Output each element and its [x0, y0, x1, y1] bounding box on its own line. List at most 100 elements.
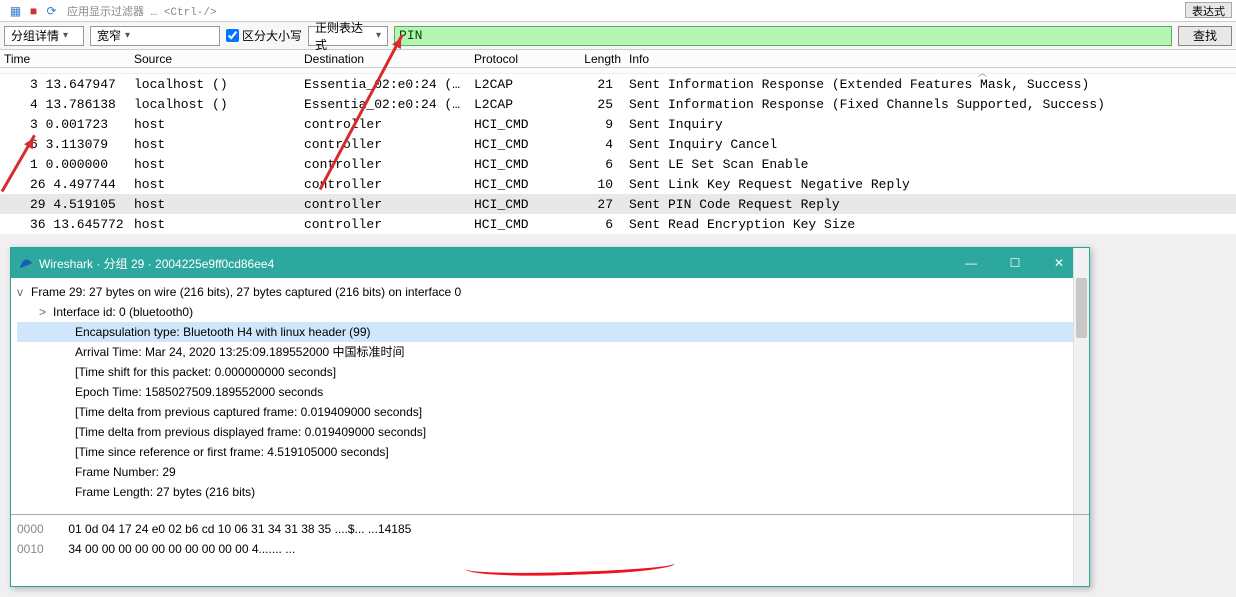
window-title: Wireshark · 分组 29 · 2004225e9ff0cd86ee4: [39, 255, 949, 272]
table-row[interactable]: 3 13.647947localhost ()Essentia_02:e0:24…: [0, 74, 1236, 94]
cell: controller: [300, 117, 470, 132]
table-row[interactable]: 6 3.113079hostcontrollerHCI_CMD4Sent Inq…: [0, 134, 1236, 154]
stop-icon: ■: [26, 3, 41, 18]
tree-text: [Time delta from previous displayed fram…: [75, 425, 426, 439]
tree-line[interactable]: [Time shift for this packet: 0.000000000…: [17, 362, 1083, 382]
vertical-scrollbar[interactable]: [1073, 278, 1089, 514]
cell: 6 3.113079: [0, 137, 130, 152]
tree-line[interactable]: Frame Length: 27 bytes (216 bits): [17, 482, 1083, 502]
col-source[interactable]: Source: [130, 50, 300, 67]
cell: 21: [535, 77, 625, 92]
cell: 9: [535, 117, 625, 132]
cell: 26 4.497744: [0, 177, 130, 192]
tree-line[interactable]: [Time since reference or first frame: 4.…: [17, 442, 1083, 462]
display-filter-bar: ▦ ■ ⟳ 应用显示过滤器 … <Ctrl-/> 表达式: [0, 0, 1236, 22]
hex-line[interactable]: 0000 01 0d 04 17 24 e0 02 b6 cd 10 06 31…: [17, 519, 1083, 539]
tree-line[interactable]: [Time delta from previous displayed fram…: [17, 422, 1083, 442]
cell: Sent Read Encryption Key Size: [625, 217, 1236, 232]
col-proto[interactable]: Protocol: [470, 50, 535, 67]
search-input[interactable]: [394, 26, 1172, 46]
cell: 3 0.001723: [0, 117, 130, 132]
window-body: vFrame 29: 27 bytes on wire (216 bits), …: [11, 278, 1089, 586]
cell: HCI_CMD: [470, 157, 535, 172]
regex-dropdown[interactable]: 正则表达式: [308, 26, 388, 46]
cell: 6: [535, 157, 625, 172]
tree-line[interactable]: Encapsulation type: Bluetooth H4 with li…: [17, 322, 1083, 342]
tree-line[interactable]: Frame Number: 29: [17, 462, 1083, 482]
tree-text: Epoch Time: 1585027509.189552000 seconds: [75, 385, 323, 399]
tree-text: Frame Number: 29: [75, 465, 176, 479]
cell: host: [130, 157, 300, 172]
sort-caret-icon: ︿: [978, 66, 987, 79]
cell: host: [130, 197, 300, 212]
filter-hint: 应用显示过滤器 … <Ctrl-/>: [67, 3, 1228, 19]
table-row[interactable]: 1 0.000000hostcontrollerHCI_CMD6Sent LE …: [0, 154, 1236, 174]
window-titlebar[interactable]: Wireshark · 分组 29 · 2004225e9ff0cd86ee4 …: [11, 248, 1089, 278]
cell: HCI_CMD: [470, 177, 535, 192]
hex-bytes: 01 0d 04 17 24 e0 02 b6 cd 10 06 31 34 3…: [65, 522, 335, 536]
cell: HCI_CMD: [470, 137, 535, 152]
table-row[interactable]: 26 4.497744hostcontrollerHCI_CMD10Sent L…: [0, 174, 1236, 194]
tree-line[interactable]: >Interface id: 0 (bluetooth0): [17, 302, 1083, 322]
maximize-button[interactable]: ☐: [993, 249, 1037, 277]
cell: Sent Inquiry Cancel: [625, 137, 1236, 152]
sort-indicator-row: ︿: [0, 68, 1236, 74]
width-dropdown[interactable]: 宽窄: [90, 26, 220, 46]
tree-text: Arrival Time: Mar 24, 2020 13:25:09.1895…: [75, 345, 405, 359]
cell: Essentia_02:e0:24 (…: [300, 77, 470, 92]
expression-button[interactable]: 表达式: [1185, 2, 1232, 18]
wireshark-fin-icon: [19, 256, 33, 270]
table-row[interactable]: 4 13.786138localhost ()Essentia_02:e0:24…: [0, 94, 1236, 114]
hex-ascii: ....$... ...14185: [335, 522, 412, 536]
packet-list-body[interactable]: 3 13.647947localhost ()Essentia_02:e0:24…: [0, 74, 1236, 234]
cell: Sent Link Key Request Negative Reply: [625, 177, 1236, 192]
cell: L2CAP: [470, 97, 535, 112]
tree-text: Frame 29: 27 bytes on wire (216 bits), 2…: [31, 285, 461, 299]
case-sensitive-checkbox[interactable]: 区分大小写: [226, 27, 302, 44]
cell: localhost (): [130, 77, 300, 92]
restart-icon: ⟳: [44, 3, 59, 18]
col-info[interactable]: Info: [625, 50, 1236, 67]
cell: 25: [535, 97, 625, 112]
cell: Sent Information Response (Extended Feat…: [625, 77, 1236, 92]
cell: Sent Information Response (Fixed Channel…: [625, 97, 1236, 112]
hex-line[interactable]: 0010 34 00 00 00 00 00 00 00 00 00 00 4.…: [17, 539, 1083, 559]
case-sensitive-input[interactable]: [226, 29, 239, 42]
cell: Essentia_02:e0:24 (…: [300, 97, 470, 112]
capture-icon: ▦: [8, 3, 23, 18]
cell: 6: [535, 217, 625, 232]
hex-offset: 0010: [17, 539, 65, 559]
cell: host: [130, 117, 300, 132]
toolbar-icons: ▦ ■ ⟳: [8, 3, 59, 18]
tree-text: Frame Length: 27 bytes (216 bits): [75, 485, 255, 499]
cell: controller: [300, 137, 470, 152]
col-time[interactable]: Time: [0, 50, 130, 67]
cell: Sent PIN Code Request Reply: [625, 197, 1236, 212]
hex-dump-pane[interactable]: 0000 01 0d 04 17 24 e0 02 b6 cd 10 06 31…: [11, 514, 1089, 586]
find-bar: 分组详情 宽窄 区分大小写 正则表达式 查找: [0, 22, 1236, 50]
cell: Sent LE Set Scan Enable: [625, 157, 1236, 172]
scrollbar-thumb[interactable]: [1076, 278, 1087, 338]
cell: HCI_CMD: [470, 117, 535, 132]
packet-tree-pane[interactable]: vFrame 29: 27 bytes on wire (216 bits), …: [11, 278, 1089, 514]
tree-line[interactable]: [Time delta from previous captured frame…: [17, 402, 1083, 422]
cell: 27: [535, 197, 625, 212]
hex-offset: 0000: [17, 519, 65, 539]
table-row[interactable]: 29 4.519105hostcontrollerHCI_CMD27Sent P…: [0, 194, 1236, 214]
case-sensitive-label: 区分大小写: [242, 27, 302, 44]
cell: 10: [535, 177, 625, 192]
cell: 4: [535, 137, 625, 152]
minimize-button[interactable]: —: [949, 249, 993, 277]
tree-text: [Time shift for this packet: 0.000000000…: [75, 365, 336, 379]
table-row[interactable]: 3 0.001723hostcontrollerHCI_CMD9Sent Inq…: [0, 114, 1236, 134]
find-button[interactable]: 查找: [1178, 26, 1232, 46]
col-len[interactable]: Length: [535, 50, 625, 67]
table-row[interactable]: 36 13.645772hostcontrollerHCI_CMD6Sent R…: [0, 214, 1236, 234]
cell: controller: [300, 157, 470, 172]
tree-line[interactable]: vFrame 29: 27 bytes on wire (216 bits), …: [17, 282, 1083, 302]
tree-line[interactable]: Epoch Time: 1585027509.189552000 seconds: [17, 382, 1083, 402]
packet-detail-dropdown[interactable]: 分组详情: [4, 26, 84, 46]
cell: 36 13.645772: [0, 217, 130, 232]
tree-line[interactable]: Arrival Time: Mar 24, 2020 13:25:09.1895…: [17, 342, 1083, 362]
cell: L2CAP: [470, 77, 535, 92]
